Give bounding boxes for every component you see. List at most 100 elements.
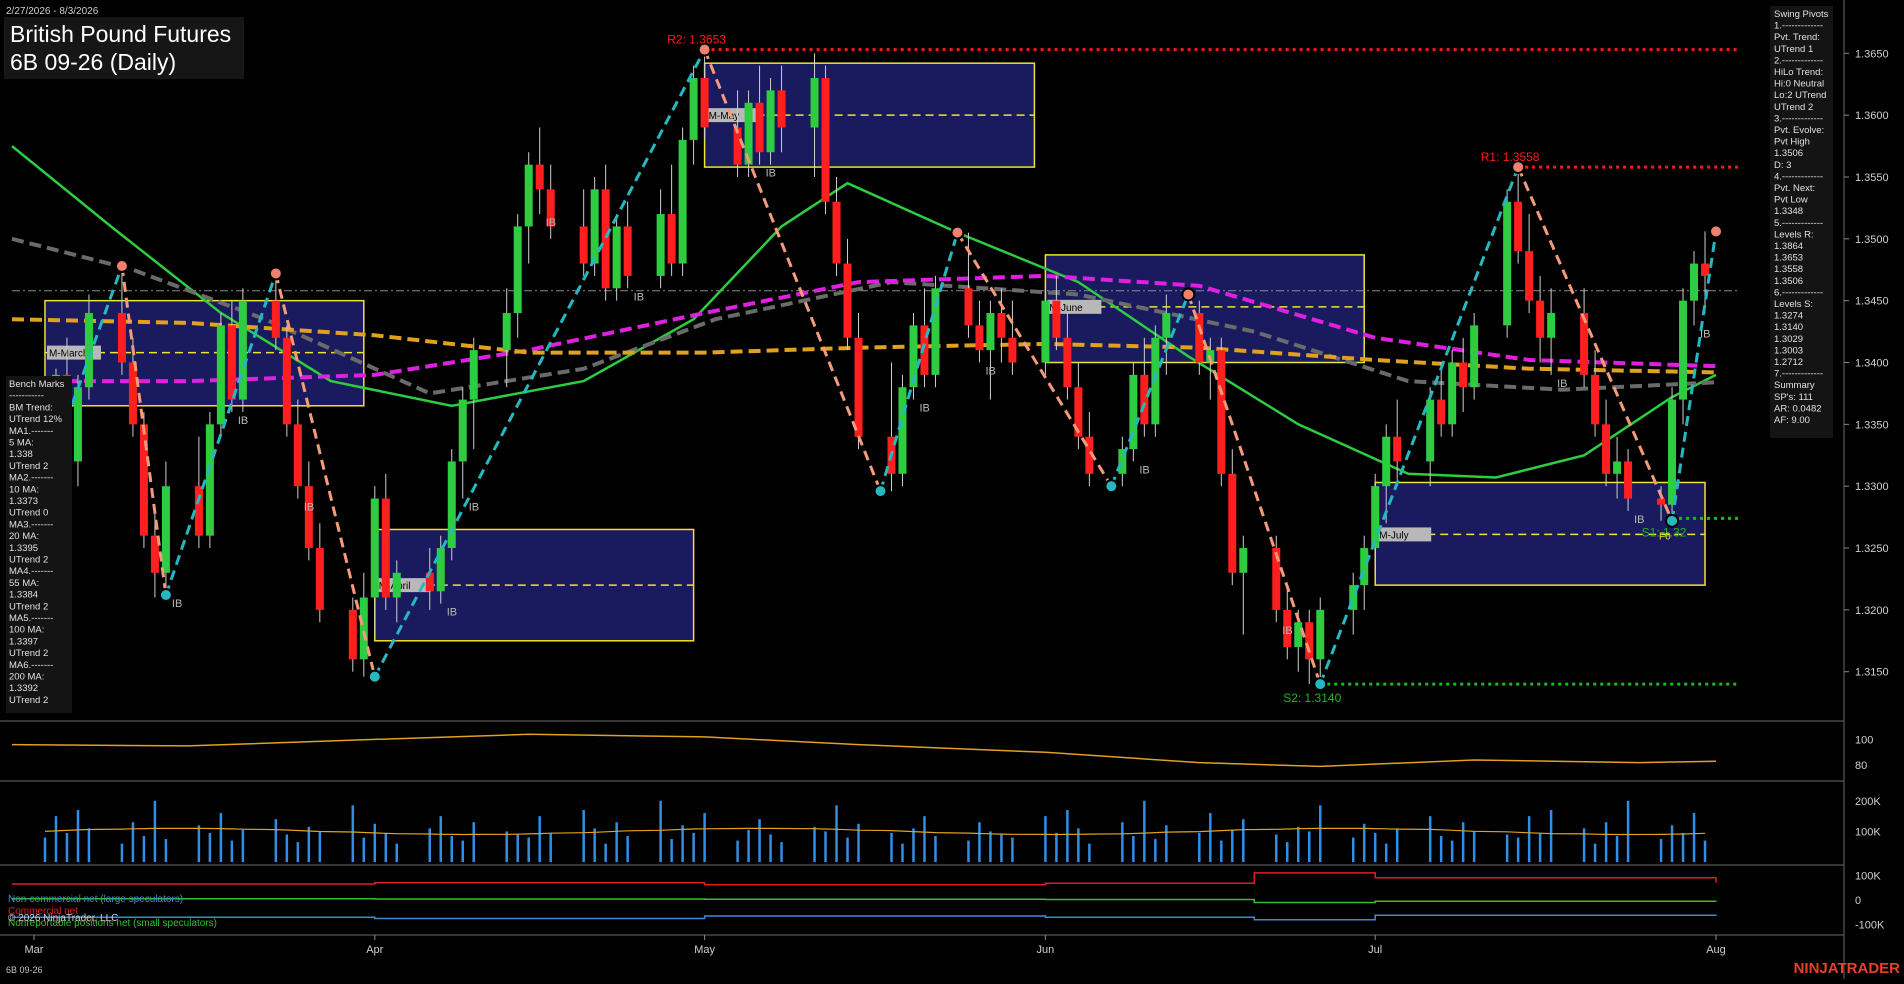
swing-pivots-line: Hi:0 Neutral (1774, 79, 1824, 90)
benchmarks-line: 100 MA: (9, 625, 44, 636)
candle-body (1503, 201, 1512, 326)
candle-body (1426, 399, 1435, 462)
inside-bar-label: IB (1557, 378, 1567, 390)
benchmarks-line: 10 MA: (9, 484, 39, 495)
chart-canvas[interactable]: M-MarchM-AprilM-MayM-JuneM-July R2: 1.36… (0, 0, 1904, 979)
candle-body (1668, 399, 1677, 505)
swing-high-marker (1709, 224, 1724, 239)
price-tick-label: 1.3400 (1855, 358, 1889, 370)
time-tick-label: Jul (1368, 944, 1382, 956)
benchmarks-line: 55 MA: (9, 578, 39, 589)
candle-body (1459, 362, 1468, 388)
swing-pivots-line: AR: 0.0482 (1774, 403, 1822, 414)
time-tick-label: May (694, 944, 715, 956)
swing-pivots-line: Pvt High (1774, 137, 1810, 148)
swing-pivots-line: 1.3653 (1774, 253, 1803, 264)
benchmarks-line: MA6.------- (9, 660, 53, 671)
swing-pivots-line: 1.------------- (1774, 21, 1823, 32)
swing-pivots-line: Levels R: (1774, 229, 1814, 240)
swing-pivots-line: AF: 9.00 (1774, 415, 1810, 426)
swing-high-marker (268, 266, 283, 281)
candle-body (964, 288, 973, 326)
candle-body (777, 90, 786, 128)
candle-body (1294, 622, 1303, 647)
oscillator-tick-label: 80 (1855, 760, 1867, 772)
candle-body (1448, 362, 1457, 425)
benchmarks-line: UTrend 2 (9, 648, 48, 659)
candle-body (612, 226, 621, 289)
cot-tick-label: 100K (1855, 870, 1881, 882)
candle-body (766, 90, 775, 153)
candle-body (1052, 300, 1061, 338)
candle-body (1162, 313, 1171, 338)
inside-bar-label: IB (447, 607, 457, 619)
candle-body (1393, 436, 1402, 462)
candle-body (832, 201, 841, 264)
candle-body (238, 300, 247, 400)
swing-pivots-line: 1.3348 (1774, 206, 1803, 217)
candle-body (458, 399, 467, 462)
candle-body (84, 313, 93, 388)
inside-bar-label: IB (634, 291, 644, 303)
swing-pivots-line: 1.3029 (1774, 334, 1803, 345)
price-tick-label: 1.3600 (1855, 110, 1889, 122)
candle-body (359, 597, 368, 660)
candle-body (854, 337, 863, 437)
benchmarks-line: UTrend 0 (9, 508, 48, 519)
swing-pivots-line: D: 3 (1774, 160, 1791, 171)
candle-body (1008, 337, 1017, 363)
candle-body (1041, 300, 1050, 363)
candle-body (1305, 622, 1314, 660)
swing-pivots-line: Pvt. Evolve: (1774, 125, 1824, 136)
cot-legend-noncommercial: Non-commercial net (large speculators) (8, 894, 183, 905)
inside-bar-label: IB (469, 502, 479, 514)
swing-pivots-line: 1.3558 (1774, 264, 1803, 275)
time-tick-label: Mar (25, 944, 44, 956)
benchmarks-line: 5 MA: (9, 438, 34, 449)
swing-low-marker (158, 588, 173, 603)
candle-body (1613, 461, 1622, 474)
price-tick-label: 1.3450 (1855, 296, 1889, 308)
benchmarks-line: UTrend 2 (9, 555, 48, 566)
swing-high-marker (1181, 287, 1196, 302)
candle-body (975, 325, 984, 351)
candle-body (282, 337, 291, 425)
swing-pivots-line: 1.3274 (1774, 311, 1803, 322)
pivot-level-label: R2: 1.3653 (667, 33, 726, 47)
candle-body (656, 214, 665, 276)
candle-body (810, 78, 819, 128)
candle-body (304, 486, 313, 549)
candle-body (1591, 374, 1600, 425)
benchmarks-line: MA4.------- (9, 566, 53, 577)
benchmarks-line: 1.3373 (9, 496, 38, 507)
copyright: © 2026 NinjaTrader, LLC (8, 913, 118, 924)
swing-pivots-line: 1.3003 (1774, 345, 1803, 356)
candle-body (117, 313, 126, 363)
swing-high-marker (950, 225, 965, 240)
footer-instrument: 6B 09-26 (6, 965, 43, 975)
candle-body (843, 263, 852, 338)
chart-window: M-MarchM-AprilM-MayM-JuneM-July R2: 1.36… (0, 0, 1904, 979)
benchmarks-line: UTrend 2 (9, 461, 48, 472)
swing-low-marker (367, 669, 382, 684)
price-tick-label: 1.3650 (1855, 48, 1889, 60)
candle-body (535, 164, 544, 190)
date-range: 2/27/2026 - 8/3/2026 (6, 6, 99, 17)
volume-tick-label: 200K (1855, 796, 1881, 808)
benchmarks-line: 1.338 (9, 449, 33, 460)
candle-body (1316, 609, 1325, 660)
swing-pivots-line: 1.3140 (1774, 322, 1803, 333)
swing-pivots-line: 2.------------- (1774, 55, 1823, 66)
oscillator-tick-label: 100 (1855, 734, 1873, 746)
swing-pivots-line: 1.2712 (1774, 357, 1803, 368)
inside-bar-label: IB (304, 502, 314, 514)
candle-body (1536, 300, 1545, 338)
benchmarks-line: 1.3395 (9, 543, 38, 554)
inside-bar-label: IB (172, 598, 182, 610)
candle-body (579, 226, 588, 264)
price-tick-label: 1.3150 (1855, 667, 1889, 679)
inside-bar-label: IB (1139, 464, 1149, 476)
swing-pivots-line: UTrend 1 (1774, 44, 1813, 55)
swing-pivots-line: HiLo Trend: (1774, 67, 1823, 78)
candle-body (1382, 436, 1391, 487)
